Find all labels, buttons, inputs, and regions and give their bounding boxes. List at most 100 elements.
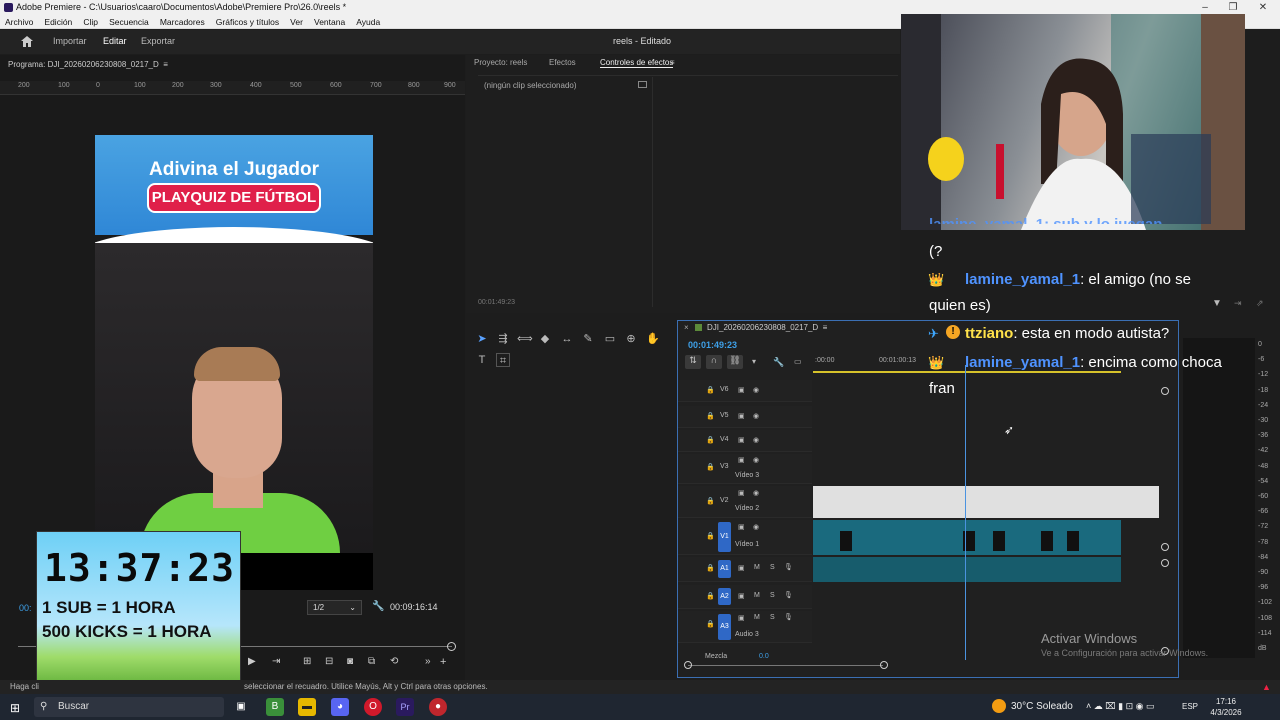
compare-icon[interactable]: ⧉	[368, 656, 375, 667]
razor-icon[interactable]: ◆	[538, 332, 552, 346]
zoom-icon[interactable]: ⊕	[624, 332, 638, 346]
step-forward-icon[interactable]: ⇥	[272, 656, 280, 667]
snap-icon[interactable]: ∩	[706, 355, 722, 369]
toggle-view-icon[interactable]	[638, 81, 647, 88]
resolution-select[interactable]: 1/2 ⌄	[307, 600, 362, 615]
track-v3[interactable]: 🔒 V3 ▣ ◉ Vídeo 3	[678, 454, 812, 484]
warning-icon[interactable]: ▲	[1262, 680, 1271, 694]
source-patch-a3[interactable]: A3	[718, 614, 731, 640]
sync-icon[interactable]: ▣	[738, 523, 745, 531]
sync-icon[interactable]: ▣	[738, 614, 745, 622]
taskbar-clock[interactable]: 17:16 4/3/2026	[1206, 696, 1246, 718]
sync-icon[interactable]: ▣	[738, 564, 745, 572]
audio-scroll-handle[interactable]	[1161, 559, 1169, 567]
sync-icon[interactable]: ▣	[738, 489, 745, 497]
mic-icon[interactable]: 🎙	[784, 591, 793, 599]
lift-icon[interactable]: ⊞	[303, 656, 311, 667]
eye-icon[interactable]: ◉	[753, 386, 759, 394]
eye-icon[interactable]: ◉	[753, 412, 759, 420]
file-explorer-icon[interactable]: ▬	[298, 698, 316, 716]
source-patch-a2[interactable]: A2	[718, 588, 731, 605]
slip-icon[interactable]: ↔	[560, 332, 574, 346]
close-button[interactable]: ✕	[1248, 0, 1278, 15]
insert-sequence-icon[interactable]: ⇅	[685, 355, 701, 369]
mute-button[interactable]: M	[754, 592, 760, 599]
panel-menu-icon[interactable]: ≡	[670, 58, 675, 67]
menu-clip[interactable]: Clip	[83, 15, 98, 29]
share-icon[interactable]: ⇗	[1256, 298, 1264, 309]
track-select-icon[interactable]: ⇶	[496, 332, 510, 346]
linked-selection-icon[interactable]: ⛓	[727, 355, 743, 369]
more-icon[interactable]: »	[425, 656, 431, 667]
import-tab[interactable]: Importar	[53, 36, 87, 46]
clip-a1-audio[interactable]	[813, 557, 1121, 582]
home-icon[interactable]	[20, 35, 34, 48]
pen-icon[interactable]: ✎	[581, 332, 595, 346]
lock-icon[interactable]: 🔒	[706, 436, 715, 444]
eye-icon[interactable]: ◉	[753, 523, 759, 531]
app-b-icon[interactable]: B	[266, 698, 284, 716]
type-tool-icon[interactable]: T	[475, 353, 489, 367]
lock-icon[interactable]: 🔒	[706, 497, 715, 505]
wrench-icon[interactable]: 🔧	[372, 601, 384, 612]
taskbar-search[interactable]: ⚲ Buscar	[34, 697, 224, 717]
eye-icon[interactable]: ◉	[753, 489, 759, 497]
track-a1[interactable]: 🔒 A1 ▣ M S 🎙	[678, 557, 812, 582]
solo-button[interactable]: S	[770, 592, 775, 599]
source-patch-a1[interactable]: A1	[718, 560, 731, 578]
export-tab[interactable]: Exportar	[141, 36, 175, 46]
scrub-end-handle[interactable]	[447, 642, 456, 651]
menu-secuencia[interactable]: Secuencia	[109, 15, 149, 29]
menu-ventana[interactable]: Ventana	[314, 15, 345, 29]
menu-graficos[interactable]: Gráficos y títulos	[216, 15, 279, 29]
source-patch-v1[interactable]: V1	[718, 522, 731, 552]
menu-marcadores[interactable]: Marcadores	[160, 15, 205, 29]
sync-icon[interactable]: ▣	[738, 386, 745, 394]
clip-v2-graphic[interactable]	[813, 486, 1159, 518]
rectangle-icon[interactable]: ▭	[603, 332, 617, 346]
eye-icon[interactable]: ◉	[753, 456, 759, 464]
tab-project[interactable]: Proyecto: reels	[474, 58, 527, 67]
maximize-button[interactable]: ❐	[1218, 0, 1248, 15]
sync-icon[interactable]: ▣	[738, 456, 745, 464]
tray-icons[interactable]: ˄ ☁ ⌧ ▮ ⊡ ◉ ▭	[1086, 701, 1154, 712]
clip-v1-video[interactable]	[813, 520, 1121, 555]
mic-icon[interactable]: 🎙	[784, 613, 793, 621]
mute-button[interactable]: M	[754, 614, 760, 621]
play-icon[interactable]: ▶	[248, 656, 256, 667]
sync-icon[interactable]: ▣	[738, 592, 745, 600]
track-v4[interactable]: 🔒 V4 ▣ ◉	[678, 430, 812, 452]
weather-text[interactable]: 30°C Soleado	[1011, 701, 1073, 712]
tab-effect-controls[interactable]: Controles de efectos	[600, 58, 674, 68]
menu-ayuda[interactable]: Ayuda	[356, 15, 380, 29]
language-indicator[interactable]: ESP	[1182, 702, 1198, 711]
horizontal-zoom-bar[interactable]	[688, 665, 883, 666]
loop-icon[interactable]: ⟲	[390, 656, 398, 667]
caption-tool-icon[interactable]: ⌗	[496, 353, 510, 367]
menu-archivo[interactable]: Archivo	[5, 15, 33, 29]
add-button-icon[interactable]: +	[440, 656, 446, 668]
captions-icon[interactable]: ▭	[794, 357, 802, 366]
zoom-handle-right[interactable]	[880, 661, 888, 669]
track-v5[interactable]: 🔒 V5 ▣ ◉	[678, 406, 812, 428]
lock-icon[interactable]: 🔒	[706, 412, 715, 420]
extract-icon[interactable]: ⊟	[325, 656, 333, 667]
lock-icon[interactable]: 🔒	[706, 532, 715, 540]
mix-value[interactable]: 0.0	[759, 653, 769, 660]
mic-icon[interactable]: 🎙	[784, 563, 793, 571]
sync-icon[interactable]: ▣	[738, 436, 745, 444]
obs-icon[interactable]: ●	[429, 698, 447, 716]
lock-icon[interactable]: 🔒	[706, 463, 715, 471]
tab-effects[interactable]: Efectos	[549, 58, 576, 67]
lock-icon[interactable]: 🔒	[706, 592, 715, 600]
ripple-edit-icon[interactable]: ⟺	[517, 332, 533, 346]
mute-button[interactable]: M	[754, 564, 760, 571]
track-v2[interactable]: 🔒 V2 ▣ ◉ Vídeo 2	[678, 486, 812, 518]
track-a2[interactable]: 🔒 A2 ▣ M S 🎙	[678, 585, 812, 609]
selection-tool-icon[interactable]: ➤	[475, 332, 489, 346]
solo-button[interactable]: S	[770, 564, 775, 571]
edit-tab[interactable]: Editar	[103, 36, 127, 46]
program-video-frame[interactable]: Adivina el Jugador PLAYQUIZ DE FÚTBOL	[95, 135, 373, 590]
windows-start-icon[interactable]: ⊞	[10, 701, 20, 715]
lock-icon[interactable]: 🔒	[706, 386, 715, 394]
